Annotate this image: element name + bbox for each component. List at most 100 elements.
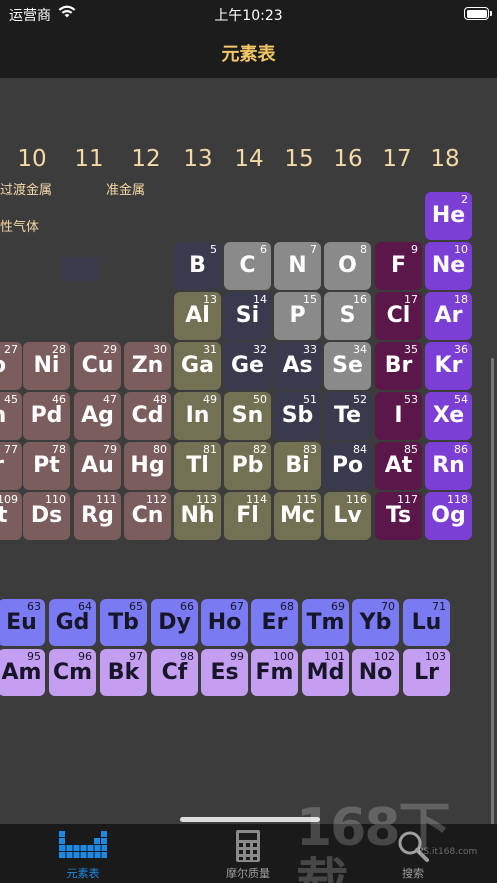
- element-tile-cm[interactable]: 96 Cm: [49, 649, 96, 696]
- element-tile-fl[interactable]: 114 Fl: [224, 492, 271, 540]
- element-symbol: Bi: [285, 453, 310, 478]
- element-tile-tl[interactable]: 81 Tl: [174, 442, 221, 490]
- element-tile-dy[interactable]: 66 Dy: [151, 599, 198, 646]
- element-tile-cn[interactable]: 112 Cn: [124, 492, 171, 540]
- element-tile-po[interactable]: 84 Po: [324, 442, 371, 490]
- element-tile-pt[interactable]: 78 Pt: [23, 442, 70, 490]
- element-tile-si[interactable]: 14 Si: [224, 292, 271, 340]
- element-tile-tb[interactable]: 65 Tb: [100, 599, 147, 646]
- element-tile-p[interactable]: 15 P: [274, 292, 321, 340]
- element-tile-ag[interactable]: 47 Ag: [74, 392, 121, 440]
- tab-molar-mass[interactable]: 摩尔质量: [188, 824, 308, 883]
- element-symbol: Ne: [431, 253, 466, 278]
- element-tile-nh[interactable]: 113 Nh: [174, 492, 221, 540]
- element-tile-er[interactable]: 68 Er: [251, 599, 298, 646]
- element-tile-cl[interactable]: 17 Cl: [375, 292, 422, 340]
- element-tile-tm[interactable]: 69 Tm: [302, 599, 349, 646]
- element-symbol: Ho: [207, 610, 242, 635]
- element-symbol: N: [288, 253, 307, 278]
- element-tile-as[interactable]: 33 As: [274, 342, 321, 390]
- element-symbol: Xe: [432, 403, 465, 428]
- element-tile-sn[interactable]: 50 Sn: [224, 392, 271, 440]
- element-symbol: Zn: [131, 353, 164, 378]
- scrollbar[interactable]: [491, 358, 494, 824]
- element-tile-mc[interactable]: 115 Mc: [274, 492, 321, 540]
- element-tile-s[interactable]: 16 S: [324, 292, 371, 340]
- element-tile-o[interactable]: 27o: [0, 342, 22, 390]
- element-tile-lv[interactable]: 116 Lv: [324, 492, 371, 540]
- element-tile-he[interactable]: 2 He: [425, 192, 472, 240]
- element-tile-at[interactable]: 85 At: [375, 442, 422, 490]
- element-tile-ne[interactable]: 10 Ne: [425, 242, 472, 290]
- element-tile-zn[interactable]: 30 Zn: [124, 342, 171, 390]
- periodic-table[interactable]: 10 11 12 13 14 15 16 17 18 过渡金属 准金属 性气体 2 He 5 B 6 C 7…: [0, 78, 497, 824]
- element-tile-al[interactable]: 13 Al: [174, 292, 221, 340]
- element-tile-se[interactable]: 34 Se: [324, 342, 371, 390]
- element-tile-in[interactable]: 49 In: [174, 392, 221, 440]
- element-symbol: Dy: [158, 610, 191, 635]
- element-tile-og[interactable]: 118 Og: [425, 492, 472, 540]
- element-tile-ho[interactable]: 67 Ho: [201, 599, 248, 646]
- group-number-17: 17: [382, 146, 412, 172]
- element-tile-n[interactable]: 7N: [274, 242, 321, 290]
- element-symbol: Ds: [30, 503, 63, 528]
- element-tile-lr[interactable]: 103 Lr: [403, 649, 450, 696]
- element-symbol: He: [431, 203, 466, 228]
- element-tile-hg[interactable]: 80 Hg: [124, 442, 171, 490]
- element-tile-r[interactable]: 77r: [0, 442, 22, 490]
- element-tile-ds[interactable]: 110 Ds: [23, 492, 70, 540]
- element-tile-kr[interactable]: 36 Kr: [425, 342, 472, 390]
- element-tile-ga[interactable]: 31 Ga: [174, 342, 221, 390]
- element-tile-br[interactable]: 35 Br: [375, 342, 422, 390]
- element-tile-lt[interactable]: 109lt: [0, 492, 22, 540]
- element-tile-pd[interactable]: 46 Pd: [23, 392, 70, 440]
- element-tile-ge[interactable]: 32 Ge: [224, 342, 271, 390]
- element-tile-no[interactable]: 102 No: [352, 649, 399, 696]
- element-tile-f[interactable]: 9F: [375, 242, 422, 290]
- element-tile-am[interactable]: 95 Am: [0, 649, 45, 696]
- element-tile-sb[interactable]: 51 Sb: [274, 392, 321, 440]
- element-tile-md[interactable]: 101 Md: [302, 649, 349, 696]
- element-symbol: Cu: [81, 353, 114, 378]
- element-tile-ar[interactable]: 18 Ar: [425, 292, 472, 340]
- element-tile-eu[interactable]: 63 Eu: [0, 599, 45, 646]
- element-tile-gd[interactable]: 64 Gd: [49, 599, 96, 646]
- element-symbol: Sb: [281, 403, 314, 428]
- watermark: 168下载 PS.it168.com: [296, 800, 496, 883]
- element-symbol: Tb: [108, 610, 139, 635]
- element-tile-te[interactable]: 52 Te: [324, 392, 371, 440]
- element-tile-rn[interactable]: 86 Rn: [425, 442, 472, 490]
- element-tile-au[interactable]: 79 Au: [74, 442, 121, 490]
- element-symbol: Md: [306, 660, 345, 685]
- element-tile-bi[interactable]: 83 Bi: [274, 442, 321, 490]
- element-tile-cd[interactable]: 48 Cd: [124, 392, 171, 440]
- element-tile-cf[interactable]: 98 Cf: [151, 649, 198, 696]
- element-tile-fm[interactable]: 100 Fm: [251, 649, 298, 696]
- element-symbol: Ag: [81, 403, 114, 428]
- element-tile-pb[interactable]: 82 Pb: [224, 442, 271, 490]
- element-tile-h[interactable]: 45h: [0, 392, 22, 440]
- element-tile-ts[interactable]: 117 Ts: [375, 492, 422, 540]
- element-tile-bk[interactable]: 97 Bk: [100, 649, 147, 696]
- element-symbol: Ts: [385, 503, 412, 528]
- element-tile-rg[interactable]: 111 Rg: [74, 492, 121, 540]
- legend-metalloid: 准金属: [106, 183, 146, 198]
- element-tile-lu[interactable]: 71 Lu: [403, 599, 450, 646]
- element-tile-o[interactable]: 8O: [324, 242, 371, 290]
- element-tile-c[interactable]: 6C: [224, 242, 271, 290]
- element-symbol: Pb: [231, 453, 264, 478]
- tab-periodic-table[interactable]: 元素表: [23, 824, 143, 883]
- element-symbol: As: [282, 353, 313, 378]
- element-tile-b[interactable]: 5B: [174, 242, 221, 290]
- group-number-16: 16: [333, 146, 363, 172]
- element-tile-i[interactable]: 53 I: [375, 392, 422, 440]
- element-tile-cu[interactable]: 29 Cu: [74, 342, 121, 390]
- element-symbol: Si: [235, 303, 260, 328]
- element-tile-yb[interactable]: 70 Yb: [352, 599, 399, 646]
- element-tile-xe[interactable]: 54 Xe: [425, 392, 472, 440]
- element-tile-ni[interactable]: 28 Ni: [23, 342, 70, 390]
- status-time: 上午10:23: [214, 8, 283, 24]
- element-tile-es[interactable]: 99 Es: [201, 649, 248, 696]
- element-symbol: Nh: [180, 503, 215, 528]
- element-symbol: lt: [0, 503, 8, 528]
